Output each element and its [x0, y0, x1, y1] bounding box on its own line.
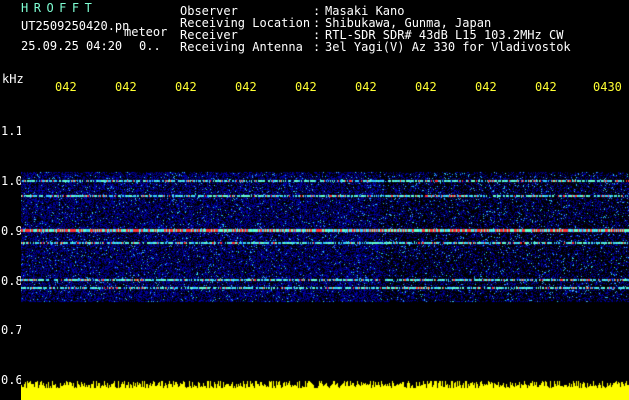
time-tick-label: 042	[235, 80, 257, 94]
app-title: HROFFT	[21, 1, 98, 15]
spectrogram-plot	[21, 98, 629, 400]
time-tick-label: 042	[175, 80, 197, 94]
hrofft-window: HROFFT UT2509250420.pn meteor 25.09.25 0…	[0, 0, 629, 400]
time-tick-label: 042	[355, 80, 377, 94]
date-time: 25.09.25 04:20	[21, 39, 123, 53]
file-name: UT2509250420.pn	[21, 19, 130, 33]
freq-tick-label: 0.6	[1, 373, 23, 387]
freq-tick-label: 0.9	[1, 224, 23, 238]
axis-unit-label: kHz	[2, 72, 24, 86]
time-tick-label: 0430	[593, 80, 622, 94]
info-separator: :	[313, 40, 328, 54]
freq-tick-label: 1.1	[1, 124, 23, 138]
count-label: 0..	[139, 39, 161, 53]
freq-tick-label: 1.0	[1, 174, 23, 188]
info-value: 3el Yagi(V) Az 330 for Vladivostok	[325, 40, 571, 54]
time-tick-label: 042	[115, 80, 137, 94]
freq-tick-label: 0.8	[1, 274, 23, 288]
mode-label: meteor	[124, 25, 168, 39]
spectrogram-canvas	[21, 98, 629, 400]
station-info: Observer: Masaki Kano Receiving Location…	[180, 5, 571, 53]
info-row-antenna: Receiving Antenna: 3el Yagi(V) Az 330 fo…	[180, 41, 571, 53]
time-tick-label: 042	[535, 80, 557, 94]
time-tick-label: 042	[475, 80, 497, 94]
time-tick-label: 042	[295, 80, 317, 94]
time-tick-label: 042	[415, 80, 437, 94]
freq-tick-label: 0.7	[1, 323, 23, 337]
time-tick-label: 042	[55, 80, 77, 94]
info-label: Receiving Antenna	[180, 40, 303, 54]
